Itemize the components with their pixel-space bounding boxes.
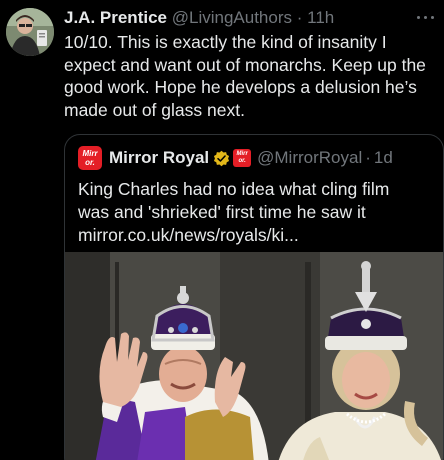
quote-timestamp[interactable]: 1d bbox=[374, 147, 393, 169]
quote-text: King Charles had no idea what cling film… bbox=[78, 178, 434, 247]
quote-separator-dot: · bbox=[365, 148, 371, 167]
author-avatar[interactable] bbox=[6, 8, 54, 56]
more-dot-3 bbox=[431, 16, 434, 19]
more-dot-2 bbox=[424, 16, 427, 19]
avatar-photo bbox=[6, 8, 54, 56]
author-handle[interactable]: @LivingAuthors bbox=[172, 8, 292, 27]
quote-text-line-1: King Charles had no idea what cling film bbox=[78, 179, 390, 199]
tweet-text: 10/10. This is exactly the kind of insan… bbox=[64, 32, 426, 121]
logo-text-2: or. bbox=[85, 158, 95, 167]
separator-dot: · bbox=[296, 8, 303, 27]
more-options-icon[interactable] bbox=[414, 7, 438, 27]
affiliate-text-1: Mirr bbox=[236, 151, 248, 157]
logo-text-1: Mirr bbox=[82, 149, 98, 158]
quote-photo[interactable] bbox=[65, 252, 444, 460]
tweet[interactable]: J.A. Prentice @LivingAuthors · 11h 10/10… bbox=[0, 0, 444, 460]
verified-badge-icon bbox=[214, 150, 230, 166]
quoted-tweet[interactable]: Mirr or. Mirror Royal Mirr or. @MirrorRo… bbox=[64, 134, 444, 460]
quote-link[interactable]: mirror.co.uk/news/royals/ki... bbox=[78, 224, 434, 247]
author-display-name[interactable]: J.A. Prentice bbox=[64, 8, 167, 27]
tweet-timestamp[interactable]: 11h bbox=[307, 8, 334, 27]
quote-header: Mirr or. Mirror Royal Mirr or. @MirrorRo… bbox=[78, 146, 393, 170]
tweet-header: J.A. Prentice @LivingAuthors · 11h bbox=[64, 6, 334, 30]
mirror-avatar[interactable]: Mirr or. bbox=[78, 146, 102, 170]
affiliate-badge-icon: Mirr or. bbox=[233, 149, 252, 167]
quote-handle[interactable]: @MirrorRoyal bbox=[257, 147, 362, 169]
quote-display-name[interactable]: Mirror Royal bbox=[109, 147, 209, 169]
more-dot-1 bbox=[417, 16, 420, 19]
quote-text-line-2: was and 'shrieked' first time he saw it bbox=[78, 202, 366, 222]
affiliate-text-2: or. bbox=[238, 158, 246, 164]
